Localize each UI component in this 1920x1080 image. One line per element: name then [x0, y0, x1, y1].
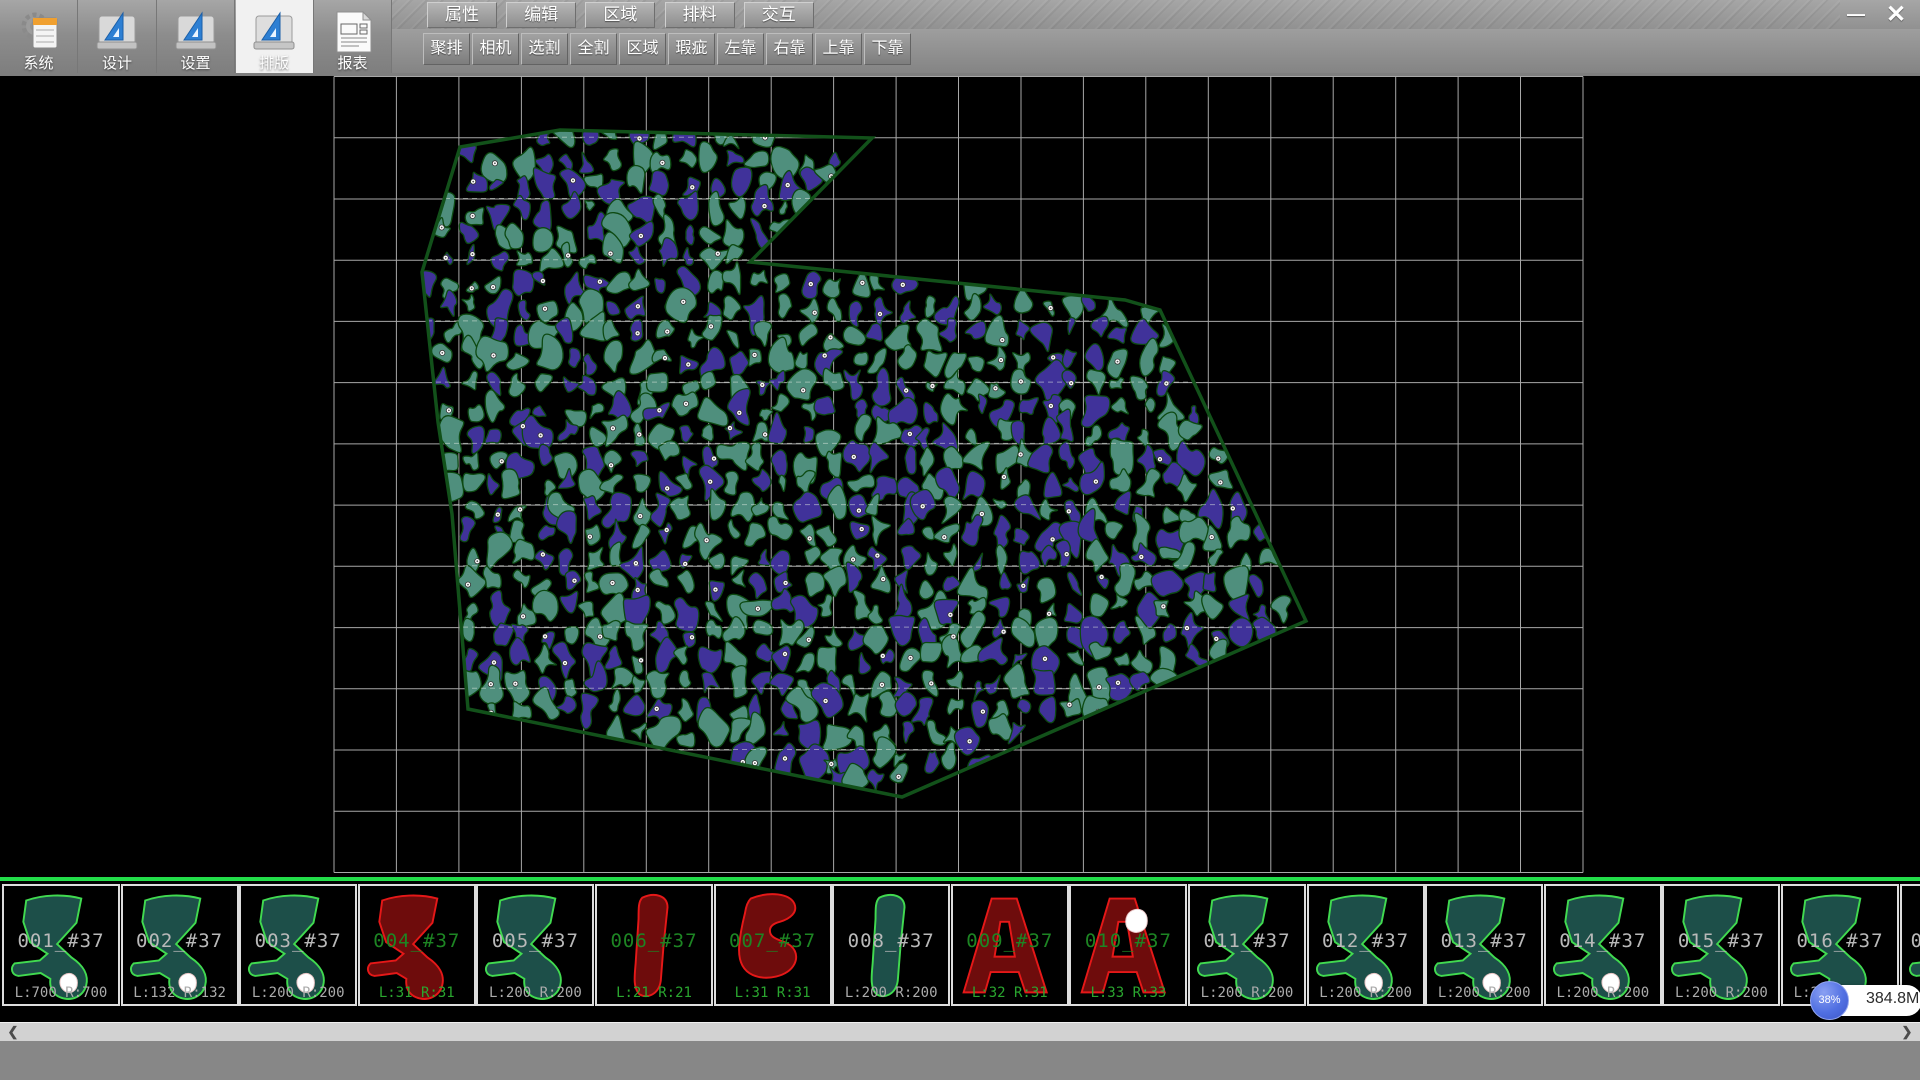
thumbnail-part-6[interactable]: 006_#37L:21 R:21 — [595, 884, 713, 1006]
part-shape — [1071, 886, 1185, 1004]
scroll-left-arrow-icon[interactable]: ❮ — [0, 1023, 26, 1041]
thumbnail-part-15[interactable]: 015_#37L:200 R:200 — [1662, 884, 1780, 1006]
tool-button-1[interactable]: 聚排 — [423, 33, 470, 65]
tool-button-5[interactable]: 区域 — [619, 33, 666, 65]
thumbnail-part-4[interactable]: 004_#37L:31 R:31 — [358, 884, 476, 1006]
design-ruler-icon — [95, 10, 139, 54]
thumbnail-part-10[interactable]: 010_#37L:33 R:33 — [1069, 884, 1187, 1006]
part-shape — [834, 886, 948, 1004]
part-shape — [4, 886, 118, 1004]
thumbnail-part-13[interactable]: 013_#37L:200 R:200 — [1425, 884, 1543, 1006]
report-doc-icon — [331, 10, 375, 54]
thumbnail-strip: 001_#37L:700 R:700002_#37L:132 R:132003_… — [0, 881, 1920, 1008]
part-shape — [716, 886, 830, 1004]
menu-tab-1[interactable]: 属性 — [427, 2, 497, 28]
thumbnail-part-8[interactable]: 008_#37L:200 R:200 — [832, 884, 950, 1006]
part-shape — [241, 886, 355, 1004]
part-shape — [597, 886, 711, 1004]
tool-button-7[interactable]: 左靠 — [717, 33, 764, 65]
main-button-label: 系统 — [23, 55, 53, 73]
tool-button-4[interactable]: 全割 — [570, 33, 617, 65]
tool-button-8[interactable]: 右靠 — [766, 33, 813, 65]
part-shape — [1664, 886, 1778, 1004]
thumbnail-part-1[interactable]: 001_#37L:700 R:700 — [2, 884, 120, 1006]
settings-ruler-icon — [174, 10, 218, 54]
part-shape — [1309, 886, 1423, 1004]
menu-tab-5[interactable]: 交互 — [744, 2, 814, 28]
part-shape — [953, 886, 1067, 1004]
main-button-label: 设置 — [180, 55, 210, 73]
main-button-1[interactable]: 系统 — [0, 0, 78, 73]
menu-tab-4[interactable]: 排料 — [665, 2, 735, 28]
system-gear-icon — [17, 10, 61, 54]
thumbnail-part-14[interactable]: 014_#37L:200 R:200 — [1544, 884, 1662, 1006]
main-button-2[interactable]: 设计 — [79, 0, 157, 73]
strip-lower-gap — [0, 1008, 1920, 1022]
thumbnail-part-12[interactable]: 012_#37L:200 R:200 — [1307, 884, 1425, 1006]
thumbnail-part-11[interactable]: 011_#37L:200 R:200 — [1188, 884, 1306, 1006]
thumbnail-part-3[interactable]: 003_#37L:200 R:200 — [239, 884, 357, 1006]
tool-button-9[interactable]: 上靠 — [815, 33, 862, 65]
close-button[interactable]: ✕ — [1876, 1, 1916, 29]
menu-tab-3[interactable]: 区域 — [585, 2, 655, 28]
tool-button-6[interactable]: 瑕疵 — [668, 33, 715, 65]
nesting-canvas[interactable] — [0, 76, 1920, 877]
thumbnail-part-2[interactable]: 002_#37L:132 R:132 — [121, 884, 239, 1006]
part-shape — [1427, 886, 1541, 1004]
nesting-ruler-icon — [252, 10, 296, 54]
minimize-button[interactable]: — — [1840, 4, 1872, 26]
part-shape — [1546, 886, 1660, 1004]
main-button-label: 排版 — [259, 55, 289, 73]
scroll-right-arrow-icon[interactable]: ❯ — [1894, 1023, 1920, 1041]
titlebar: 系统设计设置排版报表 属性编辑区域排料交互 聚排相机选割全割区域瑕疵左靠右靠上靠… — [0, 0, 1920, 76]
thumbnail-part-7[interactable]: 007_#37L:31 R:31 — [714, 884, 832, 1006]
tool-button-3[interactable]: 选割 — [521, 33, 568, 65]
part-shape — [123, 886, 237, 1004]
main-button-5[interactable]: 报表 — [314, 0, 392, 73]
thumbnail-part-9[interactable]: 009_#37L:32 R:31 — [951, 884, 1069, 1006]
tool-button-10[interactable]: 下靠 — [864, 33, 911, 65]
part-shape — [360, 886, 474, 1004]
memory-usage-badge[interactable]: 384.8M 38% — [1810, 981, 1920, 1021]
memory-size-value: 384.8M — [1866, 990, 1919, 1008]
main-button-label: 设计 — [102, 55, 132, 73]
horizontal-scrollbar[interactable]: ❮ ❯ — [0, 1022, 1920, 1041]
nested-pieces — [415, 117, 1291, 791]
main-button-4[interactable]: 排版 — [236, 0, 314, 73]
bottom-gray-bar — [0, 1041, 1920, 1080]
part-shape — [478, 886, 592, 1004]
part-shape — [1190, 886, 1304, 1004]
memory-percent-circle: 38% — [1810, 981, 1849, 1020]
tool-button-2[interactable]: 相机 — [472, 33, 519, 65]
thumbnail-part-5[interactable]: 005_#37L:200 R:200 — [476, 884, 594, 1006]
nest-svg[interactable] — [0, 76, 1920, 877]
menu-tab-2[interactable]: 编辑 — [506, 2, 576, 28]
main-button-3[interactable]: 设置 — [157, 0, 235, 73]
main-button-label: 报表 — [337, 55, 367, 73]
